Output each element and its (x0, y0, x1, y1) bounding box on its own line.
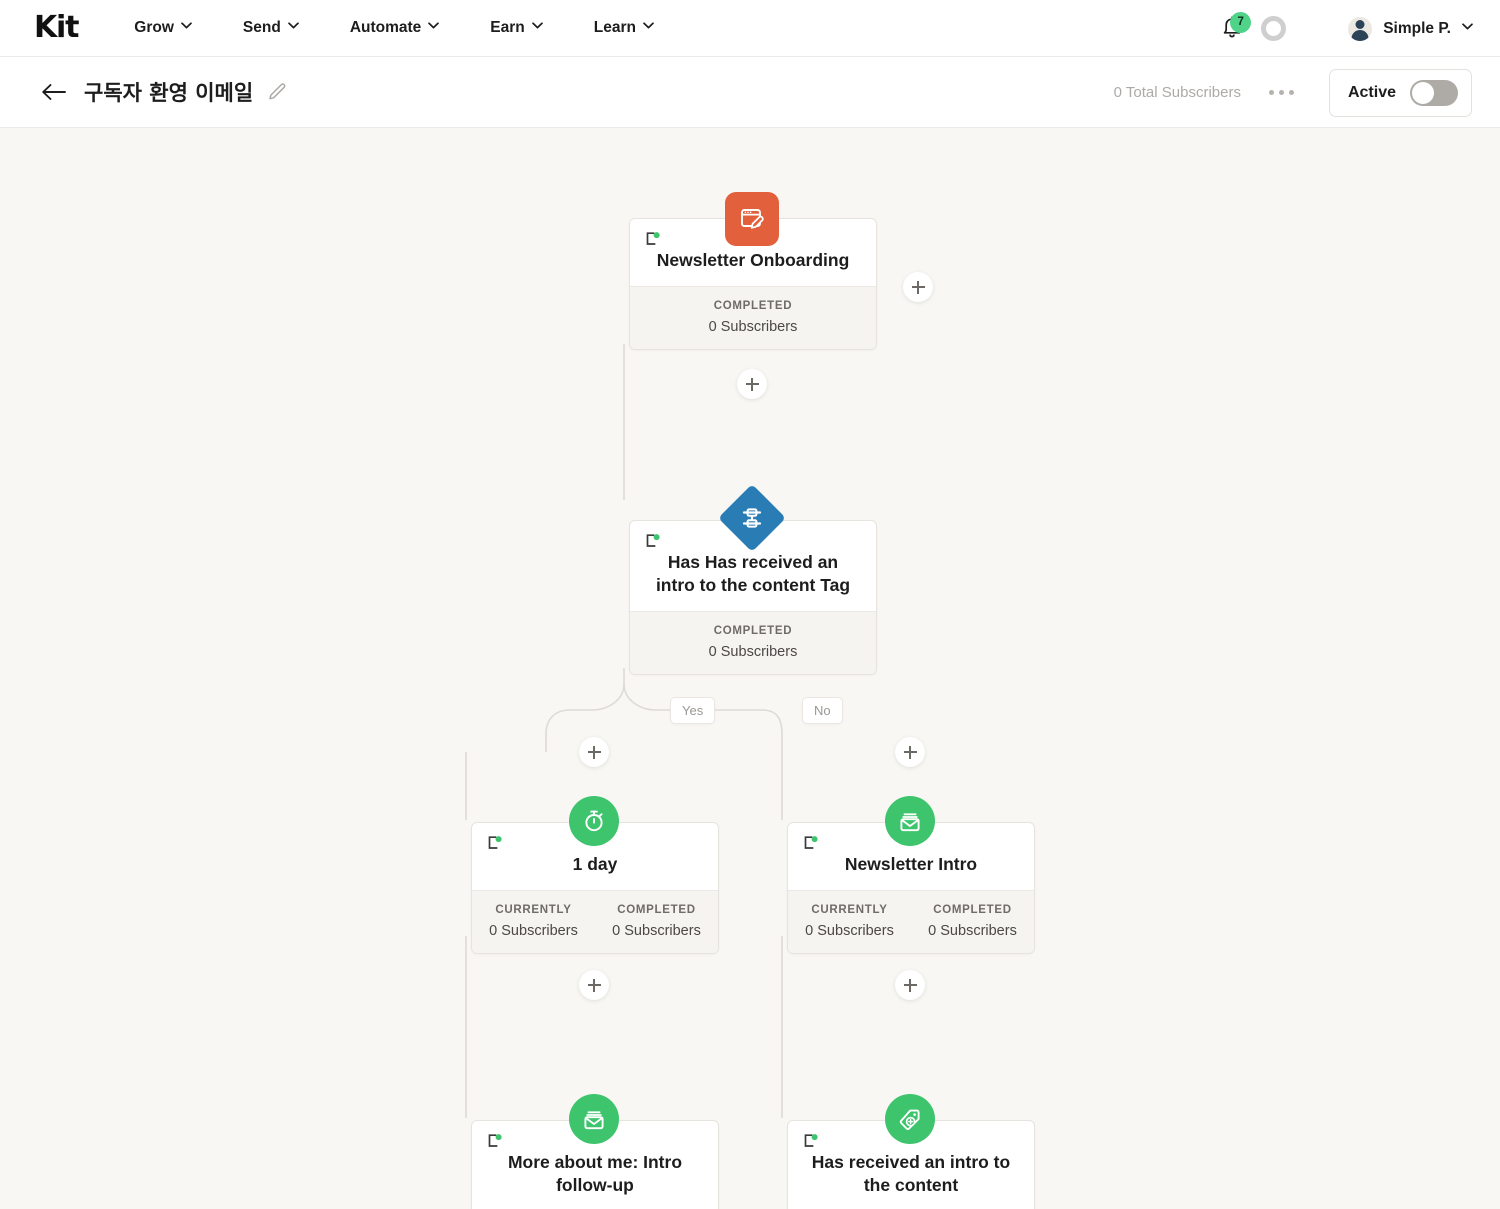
avatar (1348, 16, 1373, 41)
nav-item-learn[interactable]: Learn (593, 19, 654, 37)
nav-item-automate-label: Automate (349, 19, 422, 36)
status-toggle-group[interactable]: Active (1328, 68, 1472, 117)
node-stats: CURRENTLY 0 Subscribers COMPLETED 0 Subs… (472, 889, 718, 953)
node-stat-label: COMPLETED (713, 624, 793, 637)
live-status-icon (487, 835, 503, 851)
top-navigation-bar: Kit Grow Send Automate Earn Learn 7 Simp… (0, 0, 1500, 57)
nav-item-learn-label: Learn (593, 19, 636, 36)
add-step-button[interactable] (903, 272, 933, 302)
timer-icon (585, 810, 603, 832)
email-icon (584, 1111, 604, 1130)
user-name-label: Simple P. (1383, 19, 1451, 37)
node-stat-label: COMPLETED (617, 903, 696, 916)
nav-item-send[interactable]: Send (242, 19, 299, 37)
node-stat-cell: CURRENTLY 0 Subscribers (788, 904, 911, 939)
subheader-right-cluster: 0 Total Subscribers Active (1114, 57, 1472, 128)
total-subscribers-label: 0 Total Subscribers (1113, 84, 1241, 101)
nav-item-automate[interactable]: Automate (349, 19, 440, 37)
node-icon-email-icon[interactable] (569, 1094, 619, 1144)
add-step-button[interactable] (579, 970, 609, 1000)
chevron-down-icon (181, 22, 192, 32)
node-stat-label: CURRENTLY (811, 903, 888, 916)
email-icon (900, 813, 920, 832)
toggle-knob (1412, 81, 1434, 104)
node-stat-cell: COMPLETED 0 Subscribers (630, 625, 876, 660)
tag-plus-icon (899, 1109, 920, 1131)
node-stat-cell: COMPLETED 0 Subscribers (911, 904, 1034, 939)
nav-item-earn-label: Earn (490, 19, 525, 36)
node-icon-tag-plus-icon[interactable] (885, 1094, 935, 1144)
branch-label-no: No (802, 697, 843, 724)
condition-icon (742, 508, 762, 528)
node-icon-form-icon[interactable] (725, 192, 779, 246)
chevron-down-icon (531, 22, 543, 32)
progress-ring-icon[interactable] (1261, 16, 1287, 41)
add-step-button[interactable] (579, 737, 609, 767)
nav-item-grow-label: Grow (134, 19, 174, 36)
nav-item-send-label: Send (242, 19, 281, 36)
live-status-icon (803, 835, 819, 851)
add-step-button[interactable] (895, 737, 925, 767)
status-toggle-switch[interactable] (1410, 79, 1458, 106)
pencil-icon (269, 83, 286, 100)
main-nav-links: Grow Send Automate Earn Learn (134, 19, 705, 37)
node-stats: COMPLETED 0 Subscribers (630, 285, 876, 349)
chevron-down-icon (1462, 22, 1473, 33)
user-menu[interactable]: Simple P. (1348, 16, 1473, 41)
node-stat-value: 0 Subscribers (708, 318, 798, 335)
add-step-button[interactable] (737, 369, 767, 399)
notification-count-badge: 7 (1230, 11, 1252, 33)
node-stat-cell: COMPLETED 0 Subscribers (630, 300, 876, 335)
page-title: 구독자 환영 이메일 (84, 81, 254, 105)
node-stat-cell: CURRENTLY 0 Subscribers (472, 904, 595, 939)
form-icon (741, 209, 764, 229)
node-stats: CURRENTLY 0 Subscribers COMPLETED 0 Subs… (788, 889, 1034, 953)
node-stat-value: 0 Subscribers (928, 922, 1017, 939)
more-options-button[interactable] (1268, 90, 1294, 95)
back-button[interactable] (40, 78, 68, 106)
nav-item-grow[interactable]: Grow (134, 19, 192, 37)
node-stats: COMPLETED 0 Subscribers (630, 610, 876, 674)
kit-logo[interactable]: Kit (34, 13, 79, 43)
live-status-icon (803, 1133, 819, 1149)
nav-item-earn[interactable]: Earn (490, 19, 543, 37)
node-stat-value: 0 Subscribers (612, 922, 701, 939)
automation-canvas[interactable]: Newsletter Onboarding COMPLETED 0 Subscr… (0, 128, 1500, 1209)
live-status-icon (645, 533, 661, 549)
status-label: Active (1347, 83, 1396, 101)
arrow-left-icon (42, 84, 66, 100)
node-stat-value: 0 Subscribers (708, 643, 798, 660)
chevron-down-icon (428, 22, 440, 32)
add-step-button[interactable] (895, 970, 925, 1000)
live-status-icon (487, 1133, 503, 1149)
node-stat-cell: COMPLETED 0 Subscribers (595, 904, 718, 939)
live-status-icon (645, 231, 661, 247)
node-stat-label: COMPLETED (713, 299, 793, 312)
branch-label-yes: Yes (670, 697, 716, 724)
node-stat-label: COMPLETED (933, 903, 1012, 916)
chevron-down-icon (643, 22, 654, 32)
node-stat-value: 0 Subscribers (489, 922, 578, 939)
edit-title-button[interactable] (267, 82, 287, 102)
chevron-down-icon (287, 22, 299, 32)
page-subheader: 구독자 환영 이메일 0 Total Subscribers Active (0, 57, 1500, 128)
notifications-button[interactable]: 7 (1219, 11, 1252, 44)
node-icon-email-icon[interactable] (885, 796, 935, 846)
nav-right-cluster: 7 Simple P. (1219, 0, 1473, 57)
node-icon-timer-icon[interactable] (569, 796, 619, 846)
node-stat-value: 0 Subscribers (805, 922, 894, 939)
node-stat-label: CURRENTLY (495, 903, 572, 916)
